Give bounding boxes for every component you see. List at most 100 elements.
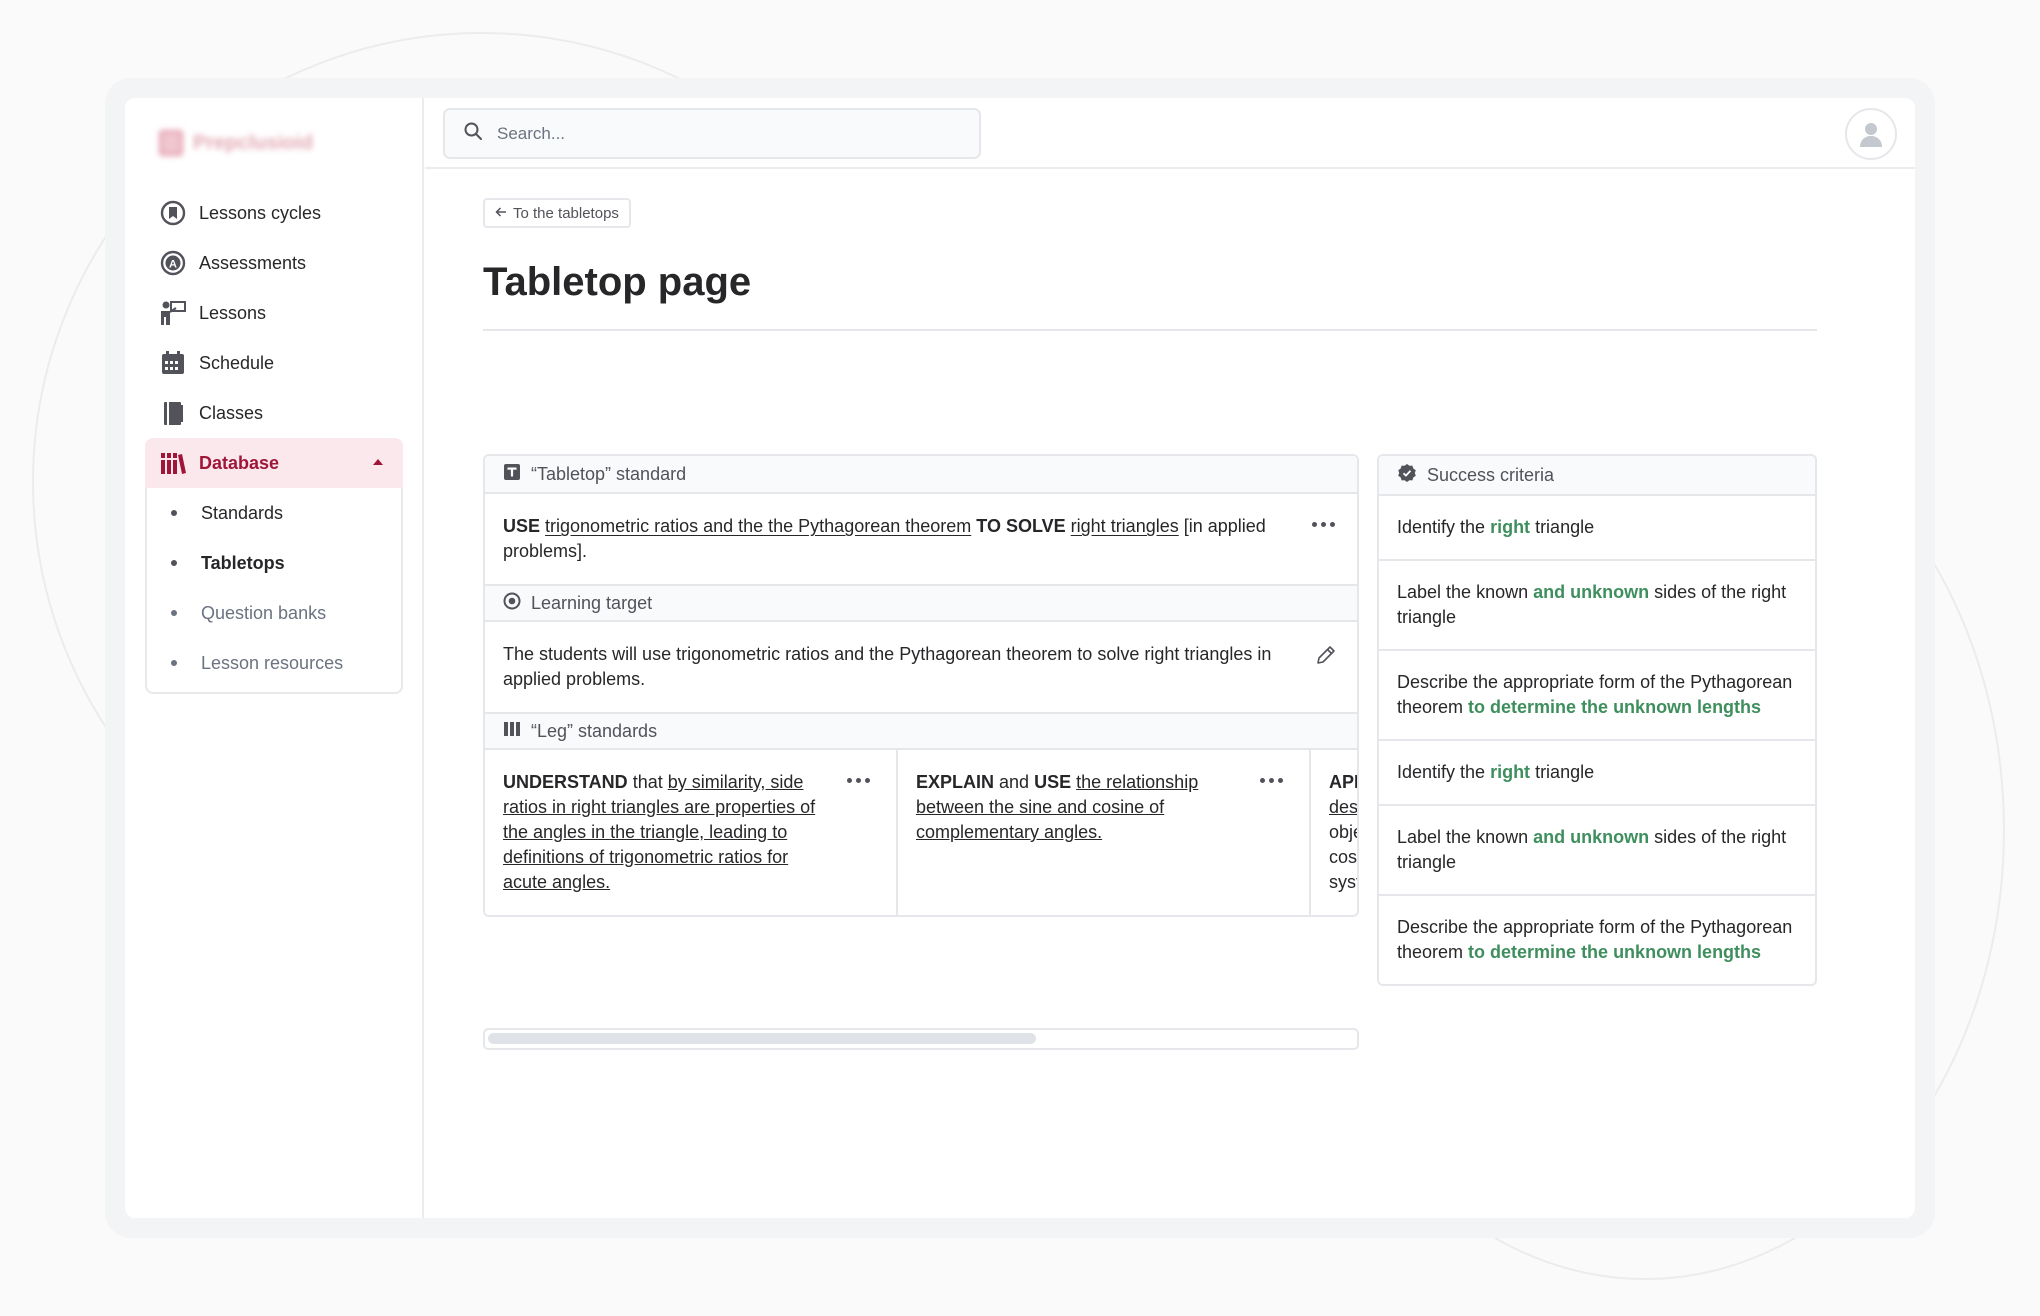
search-input[interactable] xyxy=(497,123,957,144)
leg-text: syst xyxy=(1329,872,1357,892)
more-options-icon[interactable] xyxy=(1260,778,1283,783)
criteria-text: triangle xyxy=(1530,517,1595,537)
subnav-label: Question banks xyxy=(201,602,327,623)
subnav-label: Lesson resources xyxy=(201,652,344,673)
nav-label: Lessons xyxy=(199,302,267,323)
nav-item-lessons-cycles[interactable]: Lessons cycles xyxy=(145,188,403,238)
bullet-icon xyxy=(171,610,177,616)
nav-label: Classes xyxy=(199,402,264,423)
leg-verb: APPLY xyxy=(1329,772,1357,792)
nav-label: Lessons cycles xyxy=(199,202,322,223)
target-icon xyxy=(503,592,521,615)
subnav-item-lesson-resources[interactable]: Lesson resources xyxy=(147,638,401,688)
subnav-item-tabletops[interactable]: Tabletops xyxy=(147,538,401,588)
leg-text: and xyxy=(999,772,1030,792)
bullet-icon xyxy=(171,560,177,566)
criteria-item: Identify the right triangle xyxy=(1379,739,1815,804)
subnav-item-question-banks[interactable]: Question banks xyxy=(147,588,401,638)
page-title: Tabletop page xyxy=(483,260,752,304)
leg-verb: EXPLAIN xyxy=(916,772,995,792)
criteria-text: Identify the xyxy=(1397,762,1491,782)
more-options-icon[interactable] xyxy=(1312,522,1335,527)
leg-standards-header: “Leg” standards xyxy=(485,712,1357,750)
database-icon xyxy=(159,449,187,477)
criteria-text: Label the known xyxy=(1397,582,1534,602)
logo-icon xyxy=(159,130,183,156)
criteria-item: Label the known and unknown sides of the… xyxy=(1379,804,1815,894)
leg-text: that xyxy=(632,772,663,792)
section-title: Learning target xyxy=(531,592,653,613)
lesson-cycles-icon xyxy=(159,199,187,227)
nav-item-assessments[interactable]: A Assessments xyxy=(145,238,403,288)
pencil-icon[interactable] xyxy=(1315,644,1337,673)
learning-target-text: The students will use trigonometric rati… xyxy=(503,644,1272,689)
criteria-highlight: right xyxy=(1490,762,1531,782)
tabletop-standard-header: “Tabletop” standard xyxy=(485,456,1357,494)
learning-target-header: Learning target xyxy=(485,584,1357,622)
criteria-item: Describe the appropriate form of the Pyt… xyxy=(1379,894,1815,984)
leg-standard-card: APPLY des obje cos syst xyxy=(1311,750,1357,915)
tabletop-standard: USE trigonometric ratios and the the Pyt… xyxy=(485,494,1357,584)
criteria-highlight: to determine the unknown lengths xyxy=(1468,697,1762,717)
leg-standard-card: EXPLAIN and USE the relationship between… xyxy=(898,750,1311,915)
criteria-highlight: right xyxy=(1490,517,1531,537)
back-to-tabletops-button[interactable]: To the tabletops xyxy=(483,198,631,228)
user-avatar-icon[interactable] xyxy=(1845,108,1897,160)
leg-text: cos xyxy=(1329,847,1357,867)
back-label: To the tabletops xyxy=(513,204,619,222)
success-criteria-card: Success criteria Identify the right tria… xyxy=(1377,454,1817,986)
app-window: Prepclusioid Lessons cycles A Assessment… xyxy=(125,98,1915,1218)
scrollbar-thumb[interactable] xyxy=(488,1033,1036,1044)
assessments-icon: A xyxy=(159,249,187,277)
criteria-text: Identify the xyxy=(1397,517,1491,537)
topbar xyxy=(425,98,1915,169)
subnav-item-standards[interactable]: Standards xyxy=(147,488,401,538)
main-content: To the tabletops Tabletop page “Tabletop… xyxy=(483,198,1817,1050)
nav-item-classes[interactable]: Classes xyxy=(145,388,403,438)
criteria-highlight: and unknown xyxy=(1533,582,1650,602)
leg-verb: USE xyxy=(1034,772,1072,792)
success-criteria-header: Success criteria xyxy=(1379,456,1815,494)
nav-label: Database xyxy=(199,452,280,473)
leg-phrase: des xyxy=(1329,797,1357,817)
criteria-text: triangle xyxy=(1530,762,1595,782)
leg-text: obje xyxy=(1329,822,1357,842)
section-title: Success criteria xyxy=(1427,464,1555,485)
criteria-item: Describe the appropriate form of the Pyt… xyxy=(1379,649,1815,739)
nav-label: Assessments xyxy=(199,252,307,273)
more-options-icon[interactable] xyxy=(847,778,870,783)
arrow-left-icon xyxy=(495,205,507,222)
classes-icon xyxy=(159,399,187,427)
standard-verb: USE xyxy=(503,516,541,536)
logo-text: Prepclusioid xyxy=(193,131,314,154)
search-icon xyxy=(463,121,483,146)
standard-phrase: trigonometric ratios and the the Pythago… xyxy=(545,516,972,536)
criteria-highlight: and unknown xyxy=(1533,827,1650,847)
section-title: “Tabletop” standard xyxy=(531,463,687,484)
database-subnav: Standards Tabletops Question banks Lesso… xyxy=(145,488,403,694)
sidebar: Prepclusioid Lessons cycles A Assessment… xyxy=(125,98,424,1218)
search-box[interactable] xyxy=(443,108,981,159)
learning-target: The students will use trigonometric rati… xyxy=(485,622,1357,712)
columns-icon xyxy=(503,720,521,743)
leg-standards-row: UNDERSTAND that by similarity, side rati… xyxy=(485,750,1357,915)
criteria-highlight: to determine the unknown lengths xyxy=(1468,942,1762,962)
nav-label: Schedule xyxy=(199,352,275,373)
criteria-item: Label the known and unknown sides of the… xyxy=(1379,559,1815,649)
chevron-up-icon[interactable] xyxy=(373,459,383,465)
horizontal-scrollbar[interactable] xyxy=(483,1028,1359,1050)
section-title: “Leg” standards xyxy=(531,720,658,741)
nav-item-lessons[interactable]: Lessons xyxy=(145,288,403,338)
nav-item-schedule[interactable]: Schedule xyxy=(145,338,403,388)
nav-item-database[interactable]: Database xyxy=(145,438,403,488)
leg-standard-card: UNDERSTAND that by similarity, side rati… xyxy=(485,750,898,915)
lessons-icon xyxy=(159,299,187,327)
badge-check-icon xyxy=(1397,463,1417,488)
criteria-item: Identify the right triangle xyxy=(1379,494,1815,559)
bullet-icon xyxy=(171,660,177,666)
logo[interactable]: Prepclusioid xyxy=(159,130,313,156)
bullet-icon xyxy=(171,510,177,516)
calendar-icon xyxy=(159,349,187,377)
tabletop-card: “Tabletop” standard USE trigonometric ra… xyxy=(483,454,1359,917)
main-nav: Lessons cycles A Assessments Lessons Sch… xyxy=(145,188,403,694)
